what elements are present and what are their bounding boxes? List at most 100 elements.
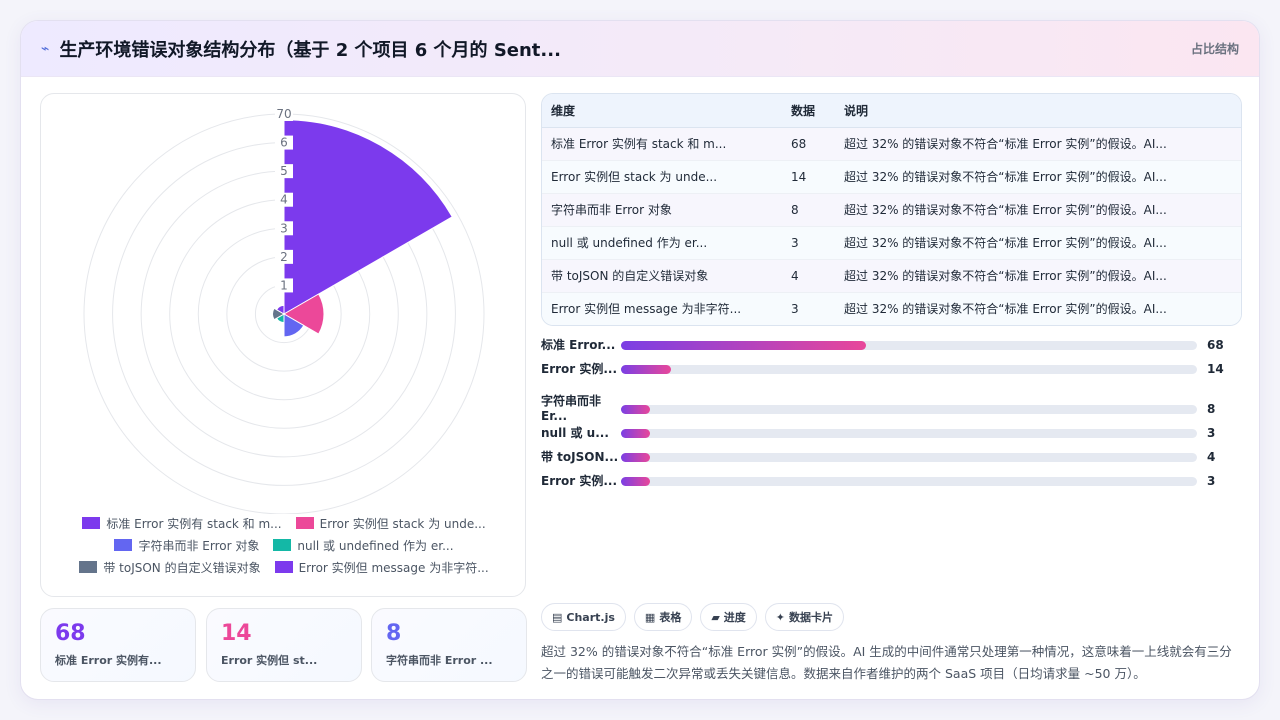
stat-label: 标准 Error 实例有... <box>55 654 162 667</box>
cell-value: 68 <box>782 127 835 161</box>
legend-label: null 或 undefined 作为 er... <box>297 538 454 553</box>
bar-value: 14 <box>1207 362 1224 376</box>
radial-tick-label: 4 <box>280 193 288 207</box>
polar-area-chart: 1 2 3 4 5 6 70 <box>83 107 485 514</box>
sparkline-icon: ⌁ <box>41 40 50 57</box>
chart-type-tag[interactable]: 占比结构 <box>1191 40 1239 57</box>
view-chips: ▤ Chart.js ▦ 表格 ▰ 进度 ✦ 数据卡片 <box>541 603 845 631</box>
view-chip[interactable]: ▦ 表格 <box>633 603 693 631</box>
bar-row: 字符串而非 Er... 8 <box>541 393 1242 425</box>
bar-track <box>621 340 1197 350</box>
polar-chart-panel: 1 2 3 4 5 6 70 标准 Error 实例有 stack 和 m... Error … <box>40 93 526 597</box>
cell-dimension: 带 toJSON 的自定义错误对象 <box>542 259 782 293</box>
legend-item[interactable]: Error 实例但 stack 为 unde... <box>295 515 486 532</box>
page-title: 生产环境错误对象结构分布（基于 2 个项目 6 个月的 Sent... <box>59 39 561 61</box>
chip-icon: ▦ <box>644 610 656 624</box>
column-header-value: 数据 <box>782 94 835 128</box>
chip-icon: ▰ <box>711 610 720 624</box>
summary-note: 超过 32% 的错误对象不符合“标准 Error 实例”的假设。AI 生成的中间… <box>541 644 1232 681</box>
legend-item[interactable]: 标准 Error 实例有 stack 和 m... <box>82 515 282 532</box>
table-header-row: 维度 数据 说明 <box>542 94 1241 128</box>
legend-item[interactable]: 带 toJSON 的自定义错误对象 <box>79 559 261 576</box>
legend-swatch <box>114 539 133 551</box>
radial-tick-label: 3 <box>280 221 288 235</box>
legend-item[interactable]: 字符串而非 Error 对象 <box>114 537 259 554</box>
bar-fill <box>621 340 866 350</box>
cell-description: 超过 32% 的错误对象不符合“标准 Error 实例”的假设。AI... <box>835 193 1241 227</box>
stat-value: 8 <box>386 621 402 646</box>
column-header-dimension: 维度 <box>542 94 782 128</box>
cell-description: 超过 32% 的错误对象不符合“标准 Error 实例”的假设。AI... <box>835 226 1241 260</box>
cell-description: 超过 32% 的错误对象不符合“标准 Error 实例”的假设。AI... <box>835 160 1241 194</box>
bar-label: 字符串而非 Er... <box>541 394 602 423</box>
legend-label: Error 实例但 stack 为 unde... <box>319 516 486 531</box>
radial-tick-label: 6 <box>280 136 288 150</box>
legend-swatch <box>273 539 292 551</box>
cell-dimension: 标准 Error 实例有 stack 和 m... <box>542 127 782 161</box>
bar-row: 标准 Error... 68 <box>541 337 1242 353</box>
stat-label: 字符串而非 Error ... <box>386 654 493 667</box>
cell-dimension: null 或 undefined 作为 er... <box>542 226 782 260</box>
stat-value: 14 <box>221 621 252 646</box>
table-row: null 或 undefined 作为 er... 3 超过 32% 的错误对象不符… <box>542 226 1241 260</box>
table-row: Error 实例但 stack 为 unde... 14 超过 32% 的错误对象不… <box>542 160 1241 194</box>
radial-tick-label: 2 <box>280 250 288 264</box>
cell-description: 超过 32% 的错误对象不符合“标准 Error 实例”的假设。AI... <box>835 259 1241 293</box>
bar-label: null 或 u... <box>541 425 609 440</box>
column-header-description: 说明 <box>835 94 1241 128</box>
legend-row: 字符串而非 Error 对象 null 或 undefined 作为 er... <box>41 534 527 556</box>
table-row: 标准 Error 实例有 stack 和 m... 68 超过 32% 的错误对象不… <box>542 127 1241 161</box>
legend-row: 标准 Error 实例有 stack 和 m... Error 实例但 stack… <box>41 512 527 534</box>
legend-swatch <box>295 517 314 529</box>
stat-card: 14 Error 实例但 st... <box>206 608 362 682</box>
legend-swatch <box>82 517 101 529</box>
table-row: Error 实例但 message 为非字符... 3 超过 32% 的错误对象不符… <box>542 292 1241 325</box>
cell-value: 3 <box>782 292 835 325</box>
bar-fill <box>621 404 650 414</box>
stat-label: Error 实例但 st... <box>221 654 318 667</box>
cell-value: 4 <box>782 259 835 293</box>
legend-item[interactable]: null 或 undefined 作为 er... <box>273 537 454 554</box>
bar-value: 4 <box>1207 450 1216 464</box>
bar-track <box>621 364 1197 374</box>
cell-value: 3 <box>782 226 835 260</box>
cell-value: 8 <box>782 193 835 227</box>
chip-label: Chart.js <box>566 610 615 624</box>
bar-row: null 或 u... 3 <box>541 425 1242 441</box>
legend-label: 标准 Error 实例有 stack 和 m... <box>106 516 282 531</box>
chip-label: 表格 <box>659 611 682 624</box>
legend-label: Error 实例但 message 为非字符... <box>298 560 489 575</box>
table-row: 字符串而非 Error 对象 8 超过 32% 的错误对象不符合“标准 Error … <box>542 193 1241 227</box>
legend-item[interactable]: Error 实例但 message 为非字符... <box>274 559 489 576</box>
bar-label: 标准 Error... <box>541 337 616 352</box>
dashboard-card: ⌁ 生产环境错误对象结构分布（基于 2 个项目 6 个月的 Sent... 占比… <box>20 20 1260 700</box>
cell-dimension: 字符串而非 Error 对象 <box>542 193 782 227</box>
bar-value: 8 <box>1207 402 1216 416</box>
legend-label: 带 toJSON 的自定义错误对象 <box>103 560 261 575</box>
stat-value: 68 <box>55 621 86 646</box>
cell-description: 超过 32% 的错误对象不符合“标准 Error 实例”的假设。AI... <box>835 292 1241 325</box>
view-chip[interactable]: ✦ 数据卡片 <box>764 603 845 631</box>
bar-row: Error 实例... 3 <box>541 473 1242 489</box>
table-row: 带 toJSON 的自定义错误对象 4 超过 32% 的错误对象不符合“标准 Err… <box>542 259 1241 293</box>
radial-tick-label: 5 <box>280 164 288 178</box>
cell-dimension: Error 实例但 message 为非字符... <box>542 292 782 325</box>
bar-row: Error 实例... 14 <box>541 361 1242 377</box>
bar-value: 3 <box>1207 426 1216 440</box>
legend-label: 字符串而非 Error 对象 <box>138 538 260 553</box>
polar-wedge <box>283 119 453 315</box>
radial-tick-label: 70 <box>276 107 291 121</box>
view-chip[interactable]: ▰ 进度 <box>700 603 757 631</box>
legend-swatch <box>79 561 98 573</box>
bar-track <box>621 428 1197 438</box>
bar-row: 带 toJSON... 4 <box>541 449 1242 465</box>
bar-track <box>621 452 1197 462</box>
radial-tick-label: 1 <box>280 278 288 292</box>
bar-track <box>621 476 1197 486</box>
cell-description: 超过 32% 的错误对象不符合“标准 Error 实例”的假设。AI... <box>835 127 1241 161</box>
bar-label: Error 实例... <box>541 361 618 376</box>
view-chip[interactable]: ▤ Chart.js <box>541 603 626 631</box>
chart-legend: 标准 Error 实例有 stack 和 m... Error 实例但 stack… <box>41 512 527 578</box>
chip-icon: ▤ <box>552 610 563 624</box>
bar-fill <box>621 364 672 374</box>
